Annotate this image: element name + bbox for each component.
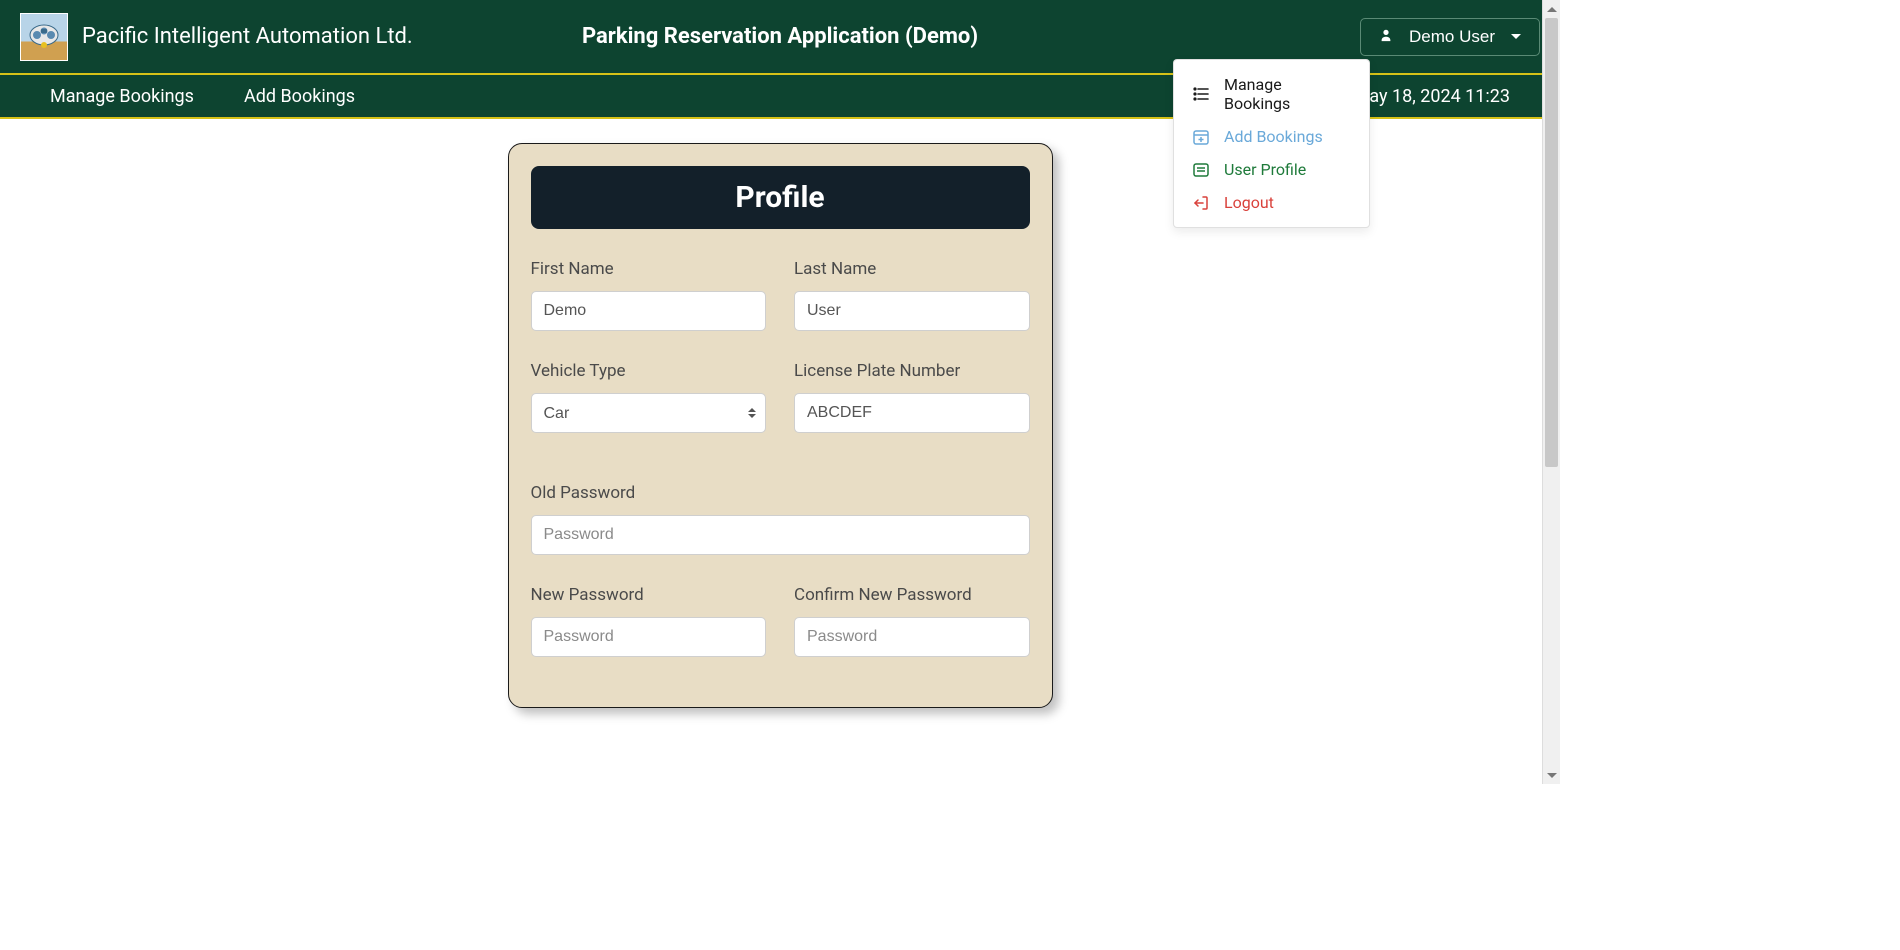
last-name-label: Last Name	[794, 259, 1030, 279]
dropdown-add-bookings[interactable]: Add Bookings	[1174, 120, 1369, 153]
last-name-input[interactable]	[794, 291, 1030, 331]
confirm-password-label: Confirm New Password	[794, 585, 1030, 605]
company-name: Pacific Intelligent Automation Ltd.	[82, 24, 413, 49]
vehicle-type-select[interactable]: Car	[531, 393, 767, 433]
license-plate-input[interactable]	[794, 393, 1030, 433]
dropdown-item-label: Add Bookings	[1224, 127, 1323, 146]
first-name-input[interactable]	[531, 291, 767, 331]
profile-card-icon	[1192, 161, 1210, 179]
old-password-input[interactable]	[531, 515, 1030, 555]
user-menu-button[interactable]: Demo User	[1360, 18, 1540, 56]
dropdown-item-label: Logout	[1224, 193, 1274, 212]
calendar-plus-icon	[1192, 128, 1210, 146]
user-menu-label: Demo User	[1409, 27, 1495, 47]
dropdown-logout[interactable]: Logout	[1174, 186, 1369, 219]
user-icon	[1379, 27, 1393, 47]
scroll-down-arrow[interactable]	[1543, 766, 1561, 784]
new-password-input[interactable]	[531, 617, 767, 657]
card-title: Profile	[531, 166, 1030, 229]
company-logo	[20, 13, 68, 61]
caret-down-icon	[1511, 34, 1521, 39]
logout-icon	[1192, 194, 1210, 212]
list-icon	[1192, 85, 1210, 103]
old-password-label: Old Password	[531, 483, 1030, 503]
vertical-scrollbar[interactable]	[1542, 0, 1560, 784]
dropdown-manage-bookings[interactable]: Manage Bookings	[1174, 68, 1369, 120]
dropdown-item-label: Manage Bookings	[1224, 75, 1351, 113]
confirm-password-input[interactable]	[794, 617, 1030, 657]
vehicle-type-label: Vehicle Type	[531, 361, 767, 381]
new-password-label: New Password	[531, 585, 767, 605]
nav-manage-bookings[interactable]: Manage Bookings	[50, 86, 194, 107]
first-name-label: First Name	[531, 259, 767, 279]
profile-card: Profile First Name Last Name Vehicle Typ…	[508, 143, 1053, 708]
app-title: Parking Reservation Application (Demo)	[582, 24, 978, 49]
license-plate-label: License Plate Number	[794, 361, 1030, 381]
dropdown-user-profile[interactable]: User Profile	[1174, 153, 1369, 186]
scroll-thumb[interactable]	[1545, 18, 1558, 467]
nav-add-bookings[interactable]: Add Bookings	[244, 86, 355, 107]
dropdown-item-label: User Profile	[1224, 160, 1306, 179]
scroll-up-arrow[interactable]	[1543, 0, 1561, 18]
scroll-track[interactable]	[1543, 18, 1560, 766]
user-dropdown-menu: Manage Bookings Add Bookings	[1173, 59, 1370, 228]
